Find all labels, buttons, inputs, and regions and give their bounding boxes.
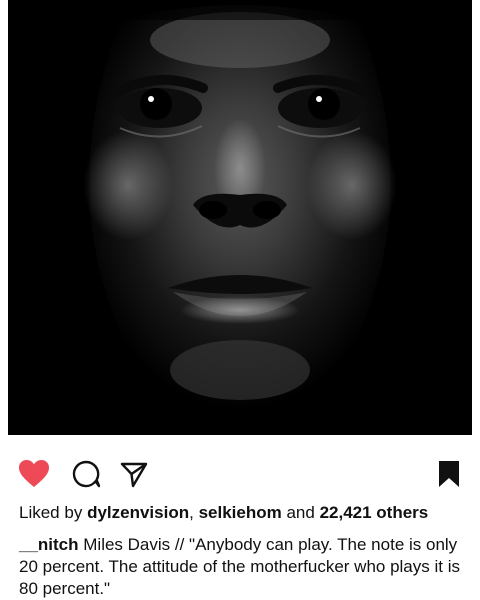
likes-and: and: [286, 503, 315, 522]
caption-username[interactable]: __nitch: [19, 535, 79, 554]
likes-separator: ,: [189, 503, 194, 522]
liker-username[interactable]: dylzenvision: [87, 503, 189, 522]
post-image[interactable]: [8, 0, 472, 435]
comment-button[interactable]: [64, 452, 108, 496]
post-caption: __nitch Miles Davis // "Anybody can play…: [19, 534, 467, 600]
bookmark-icon: [439, 461, 459, 487]
likes-count[interactable]: 22,421 others: [320, 503, 429, 522]
caption-text: Miles Davis // "Anybody can play. The no…: [19, 535, 460, 598]
heart-icon: [19, 460, 49, 487]
bookmark-button[interactable]: [427, 452, 471, 496]
share-icon: [120, 462, 148, 488]
portrait-photo: [8, 0, 472, 435]
comment-icon: [72, 460, 101, 488]
post-action-bar: [0, 452, 480, 496]
likes-summary[interactable]: Liked by dylzenvision, selkiehom and 22,…: [19, 502, 471, 524]
share-button[interactable]: [112, 452, 156, 496]
liker-username[interactable]: selkiehom: [199, 503, 282, 522]
like-button[interactable]: [12, 452, 56, 496]
likes-prefix: Liked by: [19, 503, 83, 522]
